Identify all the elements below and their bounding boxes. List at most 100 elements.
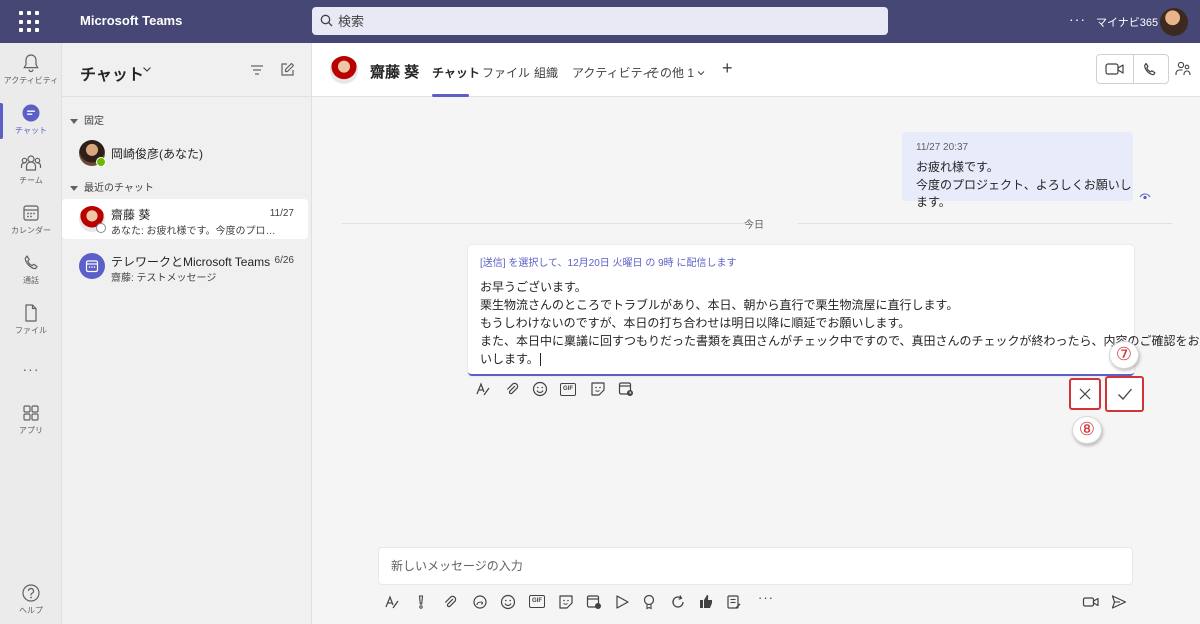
sent-message[interactable]: 11/27 20:37 お疲れ様です。 今度のプロジェクト、よろしくお願いします… <box>902 132 1133 209</box>
recent-section-header[interactable]: 最近のチャット <box>70 179 154 194</box>
format-icon[interactable] <box>384 594 400 610</box>
filter-icon[interactable] <box>250 63 264 77</box>
chat-name: テレワークとMicrosoft Teams <box>111 255 271 269</box>
presence-offline-icon <box>96 223 106 233</box>
rail-calendar[interactable]: カレンダー <box>0 197 62 243</box>
edit-message-box[interactable]: [送信] を選択して、12月20日 火曜日 の 9時 に配信します お早うござい… <box>468 245 1200 376</box>
pinned-label: 固定 <box>84 116 104 127</box>
rail-teams[interactable]: チーム <box>0 147 62 193</box>
edit-text-line: お早うございます。 <box>480 280 587 294</box>
compose-toolbar: GIF ··· <box>312 590 1200 612</box>
loop-icon[interactable] <box>472 594 488 610</box>
meeting-calendar-icon <box>85 260 99 273</box>
schedule-meeting-icon[interactable] <box>618 381 634 397</box>
tab-files[interactable]: ファイル <box>482 64 530 81</box>
app-launcher-icon[interactable] <box>19 11 41 33</box>
chat-date: 11/27 <box>269 208 294 219</box>
pinned-section-header[interactable]: 固定 <box>70 112 104 127</box>
stream-icon[interactable] <box>614 594 630 610</box>
teams-icon <box>20 155 42 171</box>
bell-icon <box>23 54 39 73</box>
more-actions-icon[interactable]: ··· <box>758 590 774 605</box>
tab-activity[interactable]: アクティビティ <box>572 64 654 81</box>
message-text: お疲れ様です。 <box>916 160 999 174</box>
active-tab-indicator <box>432 94 469 97</box>
app-title: Microsoft Teams <box>80 13 183 28</box>
recent-label: 最近のチャット <box>84 183 154 194</box>
format-icon[interactable] <box>475 381 491 397</box>
confirm-edit-button[interactable] <box>1105 376 1144 412</box>
sticker-icon[interactable] <box>558 594 574 610</box>
video-call-icon[interactable] <box>1105 62 1125 76</box>
chat-item-telework[interactable]: テレワークとMicrosoft Teams 齋藤: テストメッセージ 6/26 <box>62 246 308 286</box>
chat-date: 6/26 <box>274 255 294 266</box>
approvals-icon[interactable] <box>698 594 714 610</box>
new-chat-icon[interactable] <box>280 62 295 77</box>
people-icon[interactable] <box>1174 60 1192 78</box>
send-icon[interactable] <box>1111 594 1127 610</box>
forms-icon[interactable] <box>726 594 742 610</box>
rail-apps[interactable]: アプリ <box>0 397 62 443</box>
attach-icon[interactable] <box>504 381 520 397</box>
chevron-down-icon <box>698 71 705 76</box>
edit-text-last: いします。 <box>480 350 541 367</box>
search-input[interactable] <box>338 7 878 35</box>
chat-item-saito[interactable]: 齋藤 葵 あなた: お疲れ様です。今度のプロジェクト、よろしくお願いします。 1… <box>62 199 308 239</box>
cancel-edit-button[interactable] <box>1069 378 1101 410</box>
schedule-meeting-icon[interactable] <box>586 594 602 610</box>
gif-icon[interactable]: GIF <box>560 383 576 396</box>
search-box[interactable] <box>312 7 888 35</box>
call-buttons <box>1096 54 1169 84</box>
add-tab-icon[interactable]: + <box>722 58 733 79</box>
chat-preview: あなた: お疲れ様です。今度のプロジェクト、よろしくお願いします。 <box>111 226 281 237</box>
message-text: 今度のプロジェクト、よろしくお願いします。 <box>916 178 1132 209</box>
file-icon <box>25 304 37 322</box>
tenant-name: マイナビ365 <box>1096 17 1159 29</box>
user-avatar[interactable] <box>1160 8 1188 36</box>
tab-more-label: その他 1 <box>648 66 695 80</box>
phone-icon <box>24 255 38 270</box>
rail-activity[interactable]: アクティビティ <box>0 47 62 93</box>
updates-icon[interactable] <box>670 594 686 610</box>
tab-more[interactable]: その他 1 <box>648 64 705 81</box>
rail-help[interactable]: ヘルプ <box>0 577 62 623</box>
rail-calls[interactable]: 通話 <box>0 247 62 293</box>
rail-chat[interactable]: チャット <box>0 97 62 143</box>
calendar-icon <box>23 205 39 221</box>
priority-icon[interactable] <box>416 594 426 610</box>
audio-call-icon[interactable] <box>1142 62 1158 78</box>
new-message-input[interactable] <box>391 548 1111 584</box>
avatar[interactable] <box>330 56 358 84</box>
rail-label: アプリ <box>19 426 43 435</box>
rail-label: 通話 <box>23 276 39 285</box>
chat-icon <box>22 104 40 122</box>
callout-marker-7: ⑦ <box>1109 341 1139 369</box>
more-apps-icon[interactable]: ··· <box>0 361 62 377</box>
compose-box[interactable] <box>378 547 1133 585</box>
emoji-icon[interactable] <box>532 381 548 397</box>
rail-label: カレンダー <box>11 226 51 235</box>
tab-org[interactable]: 組織 <box>534 64 558 81</box>
chat-list-title[interactable]: チャット <box>80 61 144 85</box>
rail-label: ファイル <box>15 326 47 335</box>
apps-icon <box>23 405 39 421</box>
top-bar: Microsoft Teams ··· マイナビ365 <box>0 0 1200 43</box>
chat-item-self[interactable]: 岡崎俊彦(あなた) <box>62 133 308 173</box>
attach-icon[interactable] <box>442 594 458 610</box>
rail-label: チャット <box>15 126 47 135</box>
edit-text-line: 栗生物流さんのところでトラブルがあり、本日、朝から直行で栗生物流屋に直行します。 <box>480 298 959 312</box>
rail-files[interactable]: ファイル <box>0 297 62 343</box>
chat-preview: 齋藤: テストメッセージ <box>111 273 217 284</box>
search-icon <box>320 14 333 27</box>
sticker-icon[interactable] <box>590 381 606 397</box>
praise-icon[interactable] <box>642 594 656 610</box>
gif-icon[interactable]: GIF <box>529 595 545 608</box>
video-clip-icon[interactable] <box>1082 594 1100 610</box>
day-divider-label: 今日 <box>744 220 764 231</box>
checkmark-icon <box>1118 388 1132 400</box>
more-options-icon[interactable]: ··· <box>1069 11 1086 27</box>
emoji-icon[interactable] <box>500 594 516 610</box>
chevron-down-icon[interactable] <box>142 64 152 74</box>
tab-chat[interactable]: チャット <box>432 64 480 81</box>
rail-label: ヘルプ <box>19 606 43 615</box>
